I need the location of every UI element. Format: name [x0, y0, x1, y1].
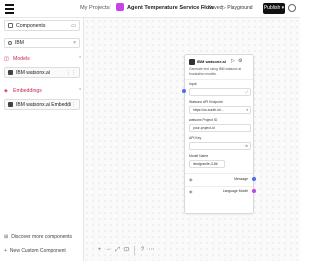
node-settings-icon[interactable]: ⚙: [238, 58, 242, 65]
api-endpoint-select[interactable]: https://us-south.ml... ▾: [189, 106, 251, 114]
language-model-output-handle[interactable]: [252, 189, 256, 193]
discover-components-link[interactable]: ⊞ Discover more components: [4, 234, 72, 241]
playground-label: Playground: [227, 5, 253, 11]
saved-status: ✓ Saved: [202, 5, 223, 11]
project-icon: [116, 3, 124, 11]
publish-label: Publish: [263, 5, 281, 11]
breadcrumb-separator: /: [109, 5, 111, 11]
flow-name[interactable]: Agent Temperature Service Flow: [127, 4, 214, 13]
project-id-field[interactable]: your-project-id: [189, 124, 251, 132]
component-item-label: IBM watsonx.ai: [16, 70, 50, 76]
playground-button[interactable]: ▷ Playground: [222, 3, 260, 14]
run-icon[interactable]: ▷: [231, 58, 235, 65]
store-icon: ⊞: [4, 234, 9, 240]
chevron-down-icon: ▾: [246, 108, 248, 112]
component-item-watsonx[interactable]: IBM watsonx.ai ⋮⋮: [4, 67, 80, 78]
component-item-label: IBM watsonx.ai Embeddings: [16, 102, 71, 108]
components-icon: [8, 23, 13, 28]
model-name-value: ibm/granite-3-8b: [193, 162, 218, 166]
components-sidebar: Components ▭ IBM × ◫ Models ⌃ IBM watsonx…: [0, 18, 84, 261]
chevron-up-icon: ⌃: [78, 56, 83, 62]
more-icon[interactable]: ⋯: [148, 246, 155, 254]
lock-icon[interactable]: ⊡: [123, 246, 130, 254]
model-name-select[interactable]: ibm/granite-3-8b: [189, 160, 225, 168]
eye-icon[interactable]: ◉: [189, 189, 193, 194]
chevron-up-icon: ⌃: [78, 88, 83, 94]
expand-icon[interactable]: ⤢: [245, 89, 248, 95]
fit-view-icon[interactable]: ⤢: [114, 246, 121, 254]
clear-search-icon[interactable]: ×: [73, 40, 76, 47]
search-icon: [8, 41, 12, 45]
saved-label: Saved: [207, 5, 223, 11]
divider: [185, 186, 253, 187]
project-id-value: your-project-id: [193, 126, 215, 130]
message-output-handle[interactable]: [252, 177, 256, 181]
models-icon: ◫: [4, 56, 9, 62]
input-field[interactable]: ⤢: [189, 88, 251, 96]
zoom-out-icon[interactable]: −: [105, 246, 112, 254]
api-endpoint-value: https://us-south.ml...: [193, 108, 224, 112]
new-custom-component-link[interactable]: + New Custom Component: [4, 248, 66, 255]
toolbar-divider: [134, 246, 135, 255]
node-description: Generate text using IBM watsonx.ai found…: [189, 67, 242, 76]
app-logo-icon[interactable]: [5, 4, 14, 14]
components-title: Components: [16, 23, 46, 29]
breadcrumb-projects[interactable]: My Projects: [80, 4, 109, 13]
zoom-in-icon[interactable]: +: [96, 246, 103, 254]
project-id-label: watsonx Project ID: [189, 118, 218, 122]
component-item-watsonx-embeddings[interactable]: IBM watsonx.ai Embeddings ⋮⋮: [4, 99, 80, 110]
divider: [185, 79, 253, 80]
ibm-icon: [8, 102, 13, 107]
node-title: IBM watsonx.ai: [197, 59, 226, 64]
top-bar: My Projects / Agent Temperature Service …: [0, 0, 300, 18]
category-models[interactable]: ◫ Models ⌃: [4, 55, 82, 63]
search-value: IBM: [15, 40, 24, 46]
category-embeddings-label: Embeddings: [13, 88, 42, 94]
api-key-label: API Key: [189, 136, 202, 140]
category-embeddings[interactable]: ◈ Embeddings ⌃: [4, 87, 82, 95]
api-endpoint-label: Watsonx API Endpoint: [189, 100, 223, 104]
model-name-label: Model Name: [189, 154, 209, 158]
drag-handle-icon[interactable]: ⋮⋮: [66, 101, 76, 109]
divider: [185, 173, 253, 174]
output-language-model: Language Model: [222, 189, 248, 193]
collapse-icon[interactable]: ▭: [71, 22, 76, 30]
input-handle[interactable]: [182, 89, 186, 93]
ibm-icon: [8, 70, 13, 75]
eye-icon[interactable]: ◉: [189, 177, 193, 182]
output-message: Message: [234, 177, 248, 181]
input-label: Input: [189, 82, 197, 86]
new-component-label: New Custom Component: [9, 248, 66, 254]
help-icon[interactable]: ?: [139, 246, 146, 254]
drag-handle-icon[interactable]: ⋮⋮: [66, 69, 76, 77]
components-header[interactable]: Components ▭: [4, 20, 80, 31]
api-key-field[interactable]: ⊕: [189, 142, 251, 150]
component-search-input[interactable]: IBM ×: [4, 38, 80, 48]
globe-icon[interactable]: ⊕: [245, 143, 248, 149]
category-models-label: Models: [13, 56, 30, 62]
ibm-icon: [189, 59, 195, 65]
discover-label: Discover more components: [11, 234, 73, 240]
embeddings-icon: ◈: [4, 88, 8, 94]
watsonx-node[interactable]: IBM watsonx.ai ▷ ⚙ Generate text using I…: [184, 54, 254, 214]
user-avatar-icon[interactable]: [288, 4, 296, 12]
publish-button[interactable]: Publish ▾: [263, 3, 285, 14]
plus-icon: +: [4, 248, 7, 254]
canvas-toolbar: + − ⤢ ⊡ ? ⋯: [92, 245, 162, 257]
